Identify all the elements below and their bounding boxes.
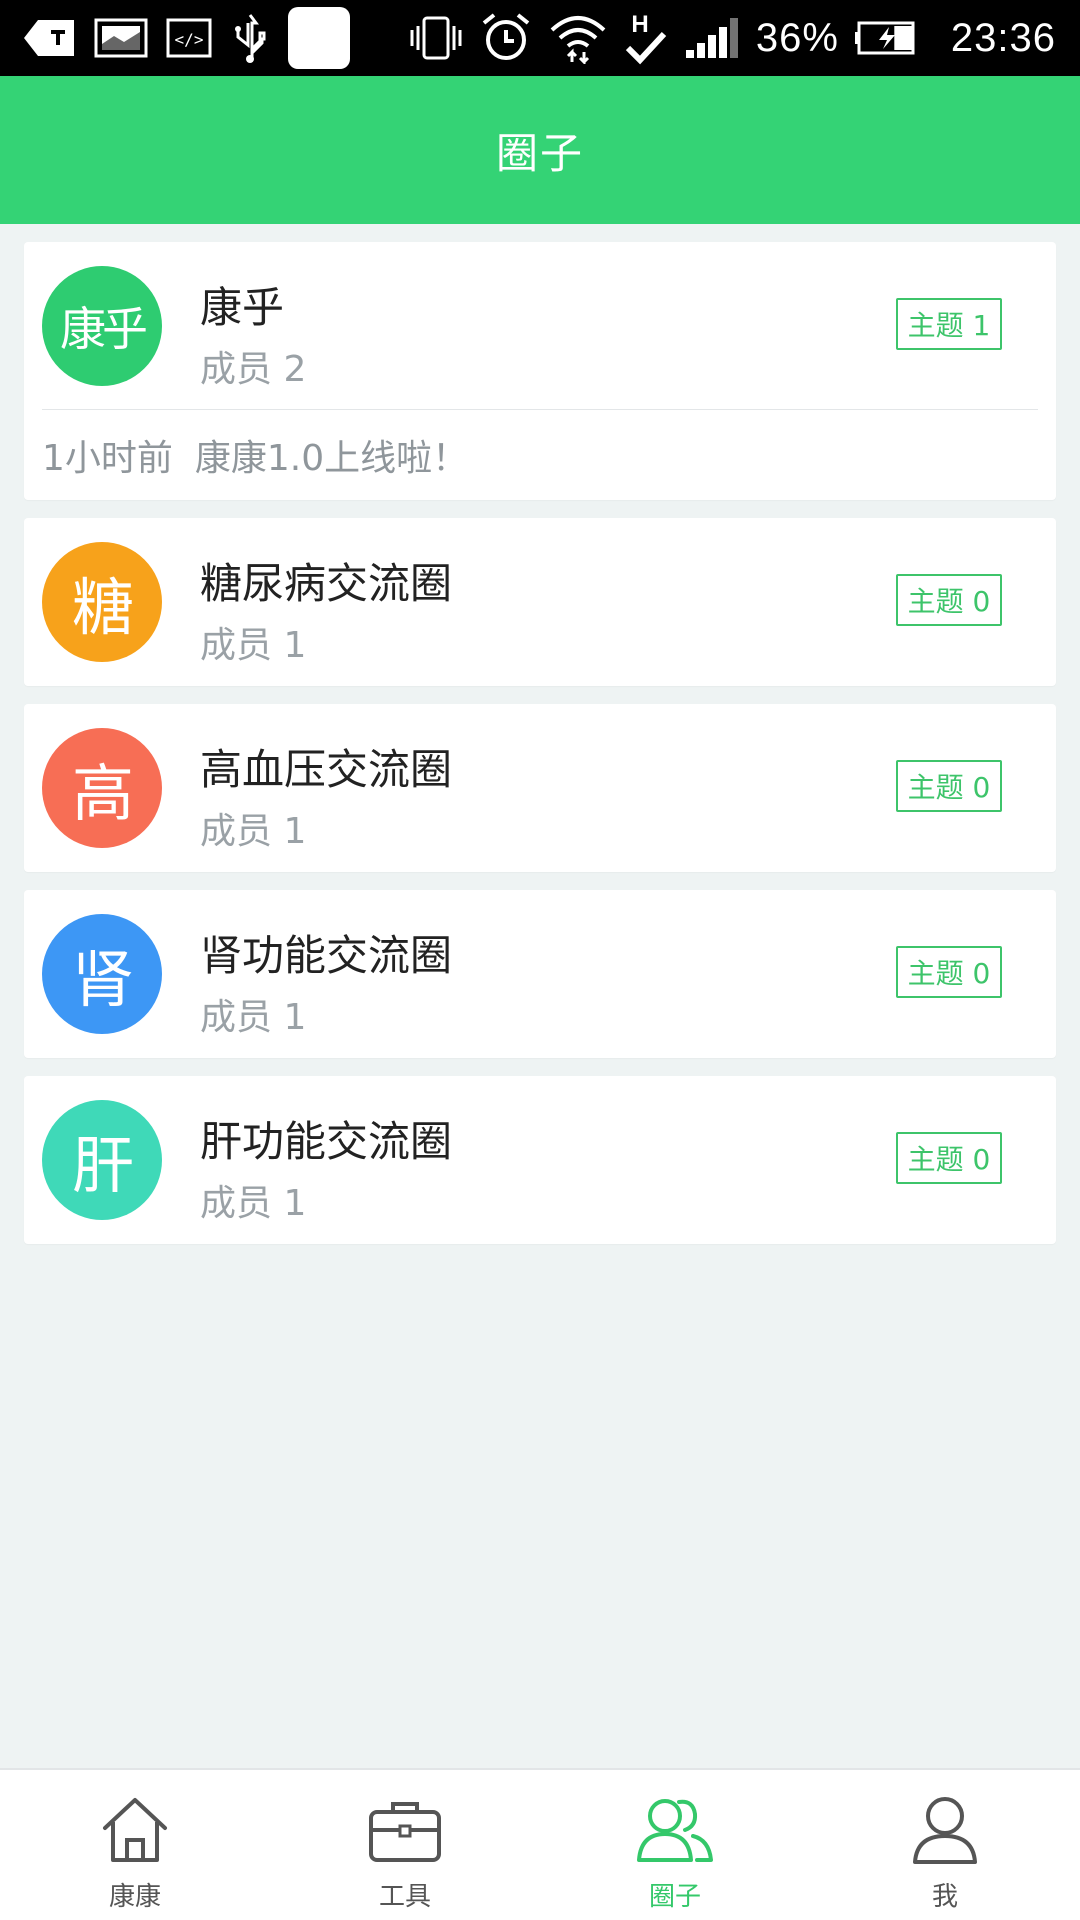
nav-tab-home[interactable]: 康康: [0, 1770, 270, 1920]
circle-name: 高血压交流圈: [200, 745, 453, 794]
circle-card-main[interactable]: 高 高血压交流圈 成员 1 主题 0: [24, 704, 1056, 872]
nav-tab-label: 圈子: [648, 1882, 701, 1912]
circle-card-hypertension[interactable]: 高 高血压交流圈 成员 1 主题 0: [24, 704, 1056, 872]
topic-count-badge: 主题 0: [896, 760, 1002, 812]
circle-card-main[interactable]: 糖 糖尿病交流圈 成员 1 主题 0: [24, 518, 1056, 686]
briefcase-icon: [369, 1802, 441, 1862]
circle-name: 肾功能交流圈: [200, 931, 453, 980]
image-icon: [94, 18, 148, 58]
signal-icon: [685, 18, 738, 58]
circle-card-liver[interactable]: 肝 肝功能交流圈 成员 1 主题 0: [24, 1076, 1056, 1244]
alarm-icon: [482, 13, 530, 60]
topic-count-badge: 主题 0: [896, 1132, 1002, 1184]
group-icon: [637, 1799, 713, 1862]
circle-name: 康乎: [200, 283, 285, 332]
status-bar-system: H 36% 23:36: [408, 0, 1056, 76]
home-icon: [103, 1798, 167, 1862]
svg-text:</>: </>: [175, 30, 204, 49]
latest-topic-text: 康康1.0上线啦！: [194, 438, 469, 479]
nav-tab-label: 康康: [108, 1882, 161, 1912]
status-bar: </> H 36% 23:36: [0, 0, 1080, 76]
circle-member-count: 成员 1: [200, 1183, 307, 1224]
circle-avatar: 康乎: [42, 266, 162, 386]
circle-member-count: 成员 1: [200, 811, 307, 852]
battery-charging-icon: [854, 21, 915, 55]
nav-tab-circles[interactable]: 圈子: [540, 1770, 810, 1920]
network-h-icon: H: [625, 11, 667, 65]
app-root: </> H 36% 23:36 圈子 康乎 康乎 成员 2 主题 1 1小时前 …: [0, 0, 1080, 1920]
circle-card-main[interactable]: 肾 肾功能交流圈 成员 1 主题 0: [24, 890, 1056, 1058]
clock: 23:36: [950, 15, 1056, 60]
topic-count-badge: 主题 1: [896, 298, 1002, 350]
circle-avatar: 肾: [42, 914, 162, 1034]
nav-tab-me[interactable]: 我: [810, 1770, 1080, 1920]
circle-avatar: 糖: [42, 542, 162, 662]
circle-name: 糖尿病交流圈: [200, 559, 453, 608]
code-icon: </>: [166, 18, 212, 58]
vibrate-icon: [410, 16, 462, 60]
circle-member-count: 成员 1: [200, 997, 307, 1038]
status-bar-notifications: </>: [24, 0, 350, 76]
nav-tab-tools[interactable]: 工具: [270, 1770, 540, 1920]
battery-percent: 36%: [755, 15, 839, 60]
circle-member-count: 成员 2: [200, 349, 307, 390]
usb-icon: [235, 14, 266, 63]
circle-member-count: 成员 1: [200, 625, 307, 666]
nav-tab-label: 我: [931, 1882, 958, 1912]
latest-topic[interactable]: 1小时前 康康1.0上线啦！: [24, 410, 1056, 500]
circle-card-main[interactable]: 康乎 康乎 成员 2 主题 1: [24, 242, 1056, 410]
circle-list: 康乎 康乎 成员 2 主题 1 1小时前 康康1.0上线啦！ 糖 糖尿病交流圈 …: [24, 242, 1056, 1262]
person-icon: [913, 1797, 977, 1864]
circle-avatar: 高: [42, 728, 162, 848]
topic-count-badge: 主题 0: [896, 946, 1002, 998]
circle-name: 肝功能交流圈: [200, 1117, 453, 1166]
circle-card-kanghu[interactable]: 康乎 康乎 成员 2 主题 1 1小时前 康康1.0上线啦！: [24, 242, 1056, 500]
card-divider: [42, 409, 1038, 410]
circle-card-main[interactable]: 肝 肝功能交流圈 成员 1 主题 0: [24, 1076, 1056, 1244]
back-plus-icon: [24, 20, 74, 56]
nav-tab-label: 工具: [378, 1882, 431, 1912]
circle-card-diabetes[interactable]: 糖 糖尿病交流圈 成员 1 主题 0: [24, 518, 1056, 686]
bottom-nav: 康康 工具 圈子 我: [0, 1768, 1080, 1920]
page-title: 圈子: [495, 128, 584, 178]
white-square-icon: [288, 7, 350, 69]
topic-count-badge: 主题 0: [896, 574, 1002, 626]
circle-avatar: 肝: [42, 1100, 162, 1220]
app-header: 圈子: [0, 76, 1080, 224]
circle-card-kidney[interactable]: 肾 肾功能交流圈 成员 1 主题 0: [24, 890, 1056, 1058]
wifi-icon: [550, 16, 606, 64]
latest-topic-time: 1小时前: [42, 438, 173, 479]
svg-text:H: H: [631, 11, 648, 38]
